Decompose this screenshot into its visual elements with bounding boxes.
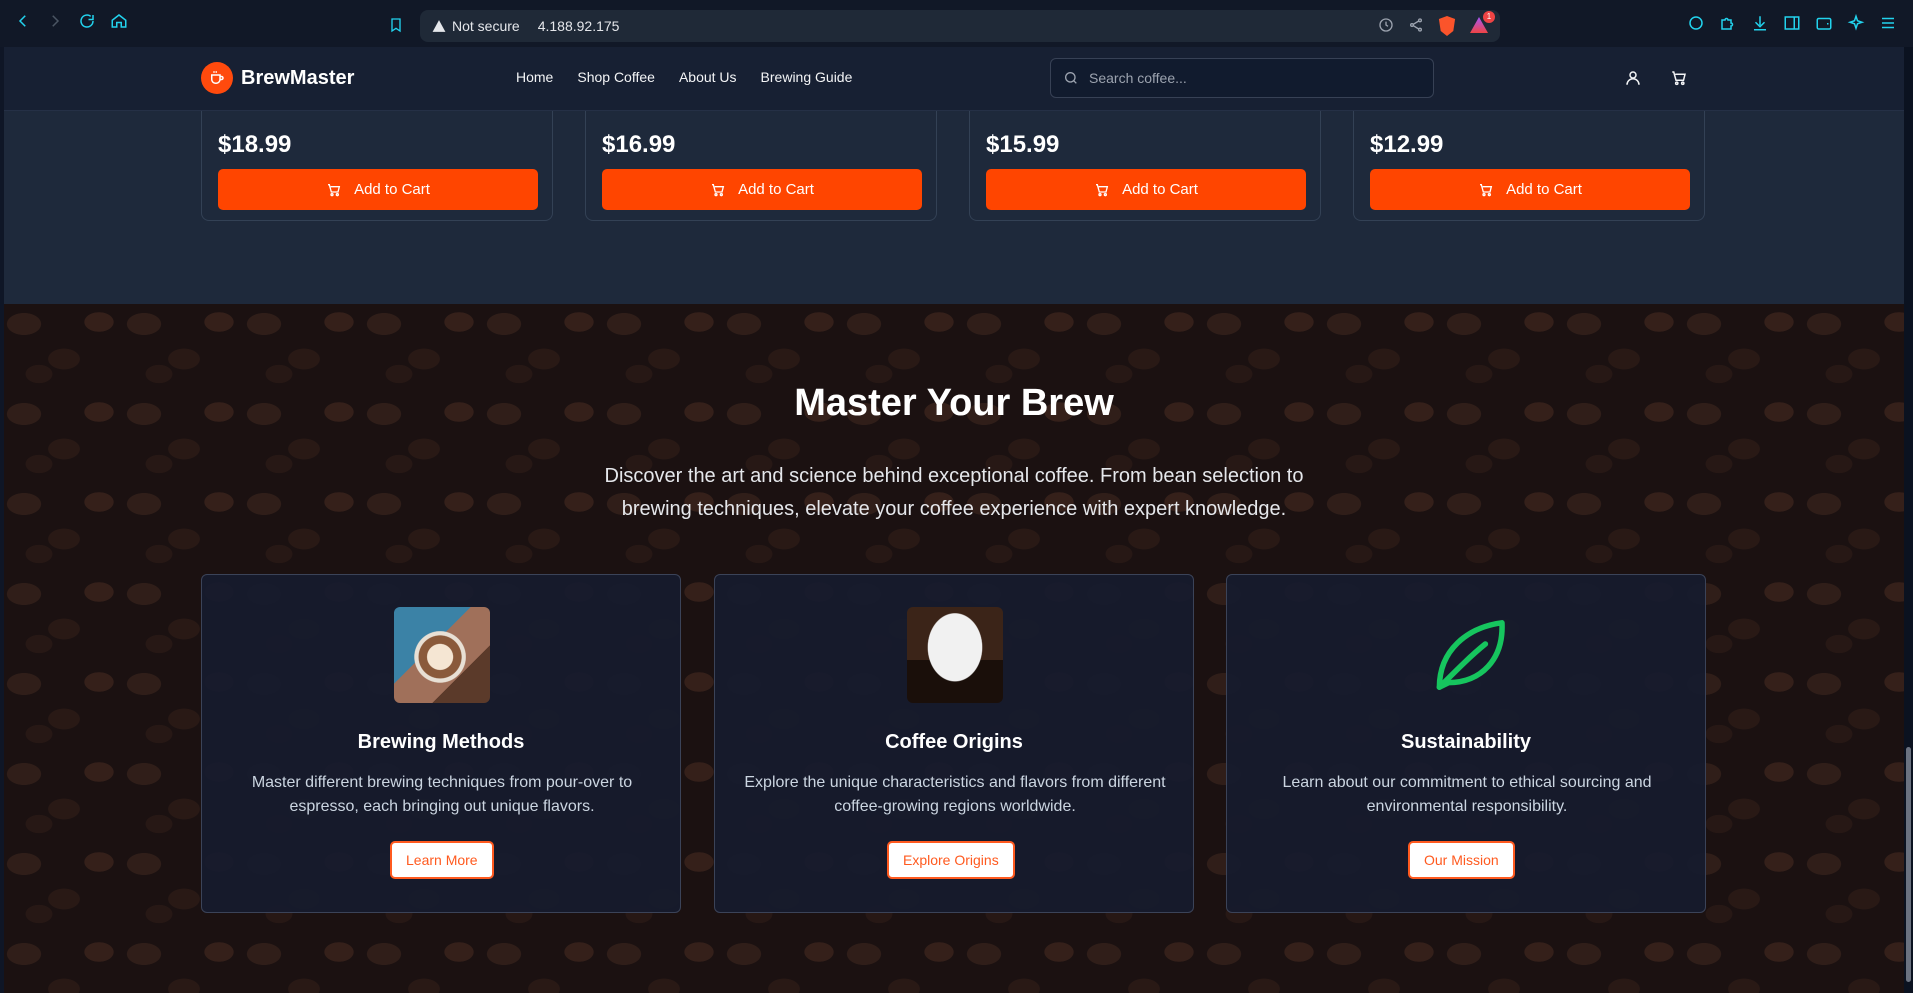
our-mission-button[interactable]: Our Mission — [1408, 841, 1515, 879]
product-price: $12.99 — [1370, 131, 1444, 158]
home-icon[interactable] — [110, 12, 128, 35]
cart-icon — [328, 183, 341, 196]
feature-card-brewing-methods: Brewing Methods Master different brewing… — [201, 574, 681, 913]
add-to-cart-button[interactable]: Add to Cart — [1370, 169, 1690, 210]
product-card: $12.99 Add to Cart — [1353, 101, 1705, 221]
product-price: $15.99 — [986, 131, 1060, 158]
back-icon[interactable] — [14, 12, 32, 35]
latte-art-image — [394, 607, 490, 703]
feature-text: Learn about our commitment to ethical so… — [1282, 774, 1652, 815]
feature-title: Sustainability — [1400, 731, 1532, 753]
security-indicator[interactable]: Not secure — [432, 18, 520, 34]
feature-title: Coffee Origins — [885, 731, 1023, 753]
wallet-icon[interactable] — [1815, 14, 1833, 37]
sidebar-icon[interactable] — [1783, 14, 1801, 37]
forward-icon[interactable] — [46, 12, 64, 35]
add-to-cart-label: Add to Cart — [1122, 181, 1198, 198]
main-nav: Home Shop Coffee About Us Brewing Guide — [516, 69, 852, 85]
feature-title: Brewing Methods — [357, 731, 525, 753]
add-to-cart-label: Add to Cart — [738, 181, 814, 198]
web-page: BrewMaster Home Shop Coffee About Us Bre… — [4, 47, 1904, 993]
cart-icon — [1096, 183, 1109, 196]
coffee-cup-logo-icon — [201, 62, 233, 94]
nav-home[interactable]: Home — [516, 69, 553, 85]
add-to-cart-button[interactable]: Add to Cart — [986, 169, 1306, 210]
learn-more-button[interactable]: Learn More — [390, 841, 494, 879]
bookmark-icon[interactable] — [388, 16, 404, 39]
feature-card-sustainability: Sustainability Learn about our commitmen… — [1226, 574, 1706, 913]
section-title: Master Your Brew — [794, 382, 1114, 424]
product-card: $16.99 Add to Cart — [585, 101, 937, 221]
add-to-cart-button[interactable]: Add to Cart — [218, 169, 538, 210]
brand-name: BrewMaster — [241, 66, 355, 89]
rewards-badge: 1 — [1483, 11, 1495, 23]
scrollbar-thumb[interactable] — [1906, 747, 1911, 982]
search-input[interactable] — [1089, 70, 1409, 86]
nav-about-us[interactable]: About Us — [679, 69, 737, 85]
user-icon[interactable] — [1624, 69, 1642, 92]
nav-brewing-guide[interactable]: Brewing Guide — [761, 69, 853, 85]
products-section: $18.99 Add to Cart $16.99 Add to Cart $1… — [4, 101, 1904, 304]
extensions-puzzle-icon[interactable] — [1719, 14, 1737, 37]
share-icon[interactable] — [1408, 17, 1424, 36]
cart-icon[interactable] — [1670, 69, 1688, 92]
product-card: $15.99 Add to Cart — [969, 101, 1321, 221]
security-label: Not secure — [452, 18, 520, 34]
cart-icon — [1480, 183, 1493, 196]
history-icon[interactable] — [1378, 17, 1394, 36]
warning-icon — [432, 20, 446, 32]
brand-logo[interactable]: BrewMaster — [201, 62, 354, 94]
add-to-cart-label: Add to Cart — [354, 181, 430, 198]
reload-icon[interactable] — [78, 12, 96, 35]
add-to-cart-label: Add to Cart — [1506, 181, 1582, 198]
leaf-icon — [1419, 607, 1515, 703]
brave-rewards-icon[interactable]: 1 — [1470, 11, 1495, 35]
leo-ai-icon[interactable] — [1847, 13, 1865, 37]
master-your-brew-section: Master Your Brew Discover the art and sc… — [4, 304, 1904, 993]
url-text[interactable]: 4.188.92.175 — [538, 18, 620, 34]
address-bar[interactable]: Not secure 4.188.92.175 1 — [420, 10, 1500, 42]
explore-origins-button[interactable]: Explore Origins — [887, 841, 1015, 879]
browser-toolbar: Not secure 4.188.92.175 1 — [0, 0, 1913, 47]
menu-icon[interactable] — [1879, 14, 1897, 37]
product-price: $18.99 — [218, 131, 292, 158]
extension-avatar-icon[interactable] — [1687, 14, 1705, 37]
product-card: $18.99 Add to Cart — [201, 101, 553, 221]
brave-shields-icon[interactable] — [1438, 16, 1456, 36]
site-header: BrewMaster Home Shop Coffee About Us Bre… — [4, 47, 1904, 111]
feature-text: Explore the unique characteristics and f… — [744, 774, 1166, 815]
page-scrollbar[interactable] — [1904, 47, 1913, 993]
feature-card-coffee-origins: Coffee Origins Explore the unique charac… — [714, 574, 1194, 913]
product-price: $16.99 — [602, 131, 676, 158]
nav-shop-coffee[interactable]: Shop Coffee — [577, 69, 655, 85]
feature-text: Master different brewing techniques from… — [251, 774, 633, 815]
add-to-cart-button[interactable]: Add to Cart — [602, 169, 922, 210]
cart-icon — [712, 183, 725, 196]
coffee-cup-image — [907, 607, 1003, 703]
search-box — [1050, 58, 1434, 98]
section-intro: Discover the art and science behind exce… — [604, 465, 1304, 520]
search-icon — [1065, 72, 1077, 84]
download-icon[interactable] — [1751, 14, 1769, 37]
